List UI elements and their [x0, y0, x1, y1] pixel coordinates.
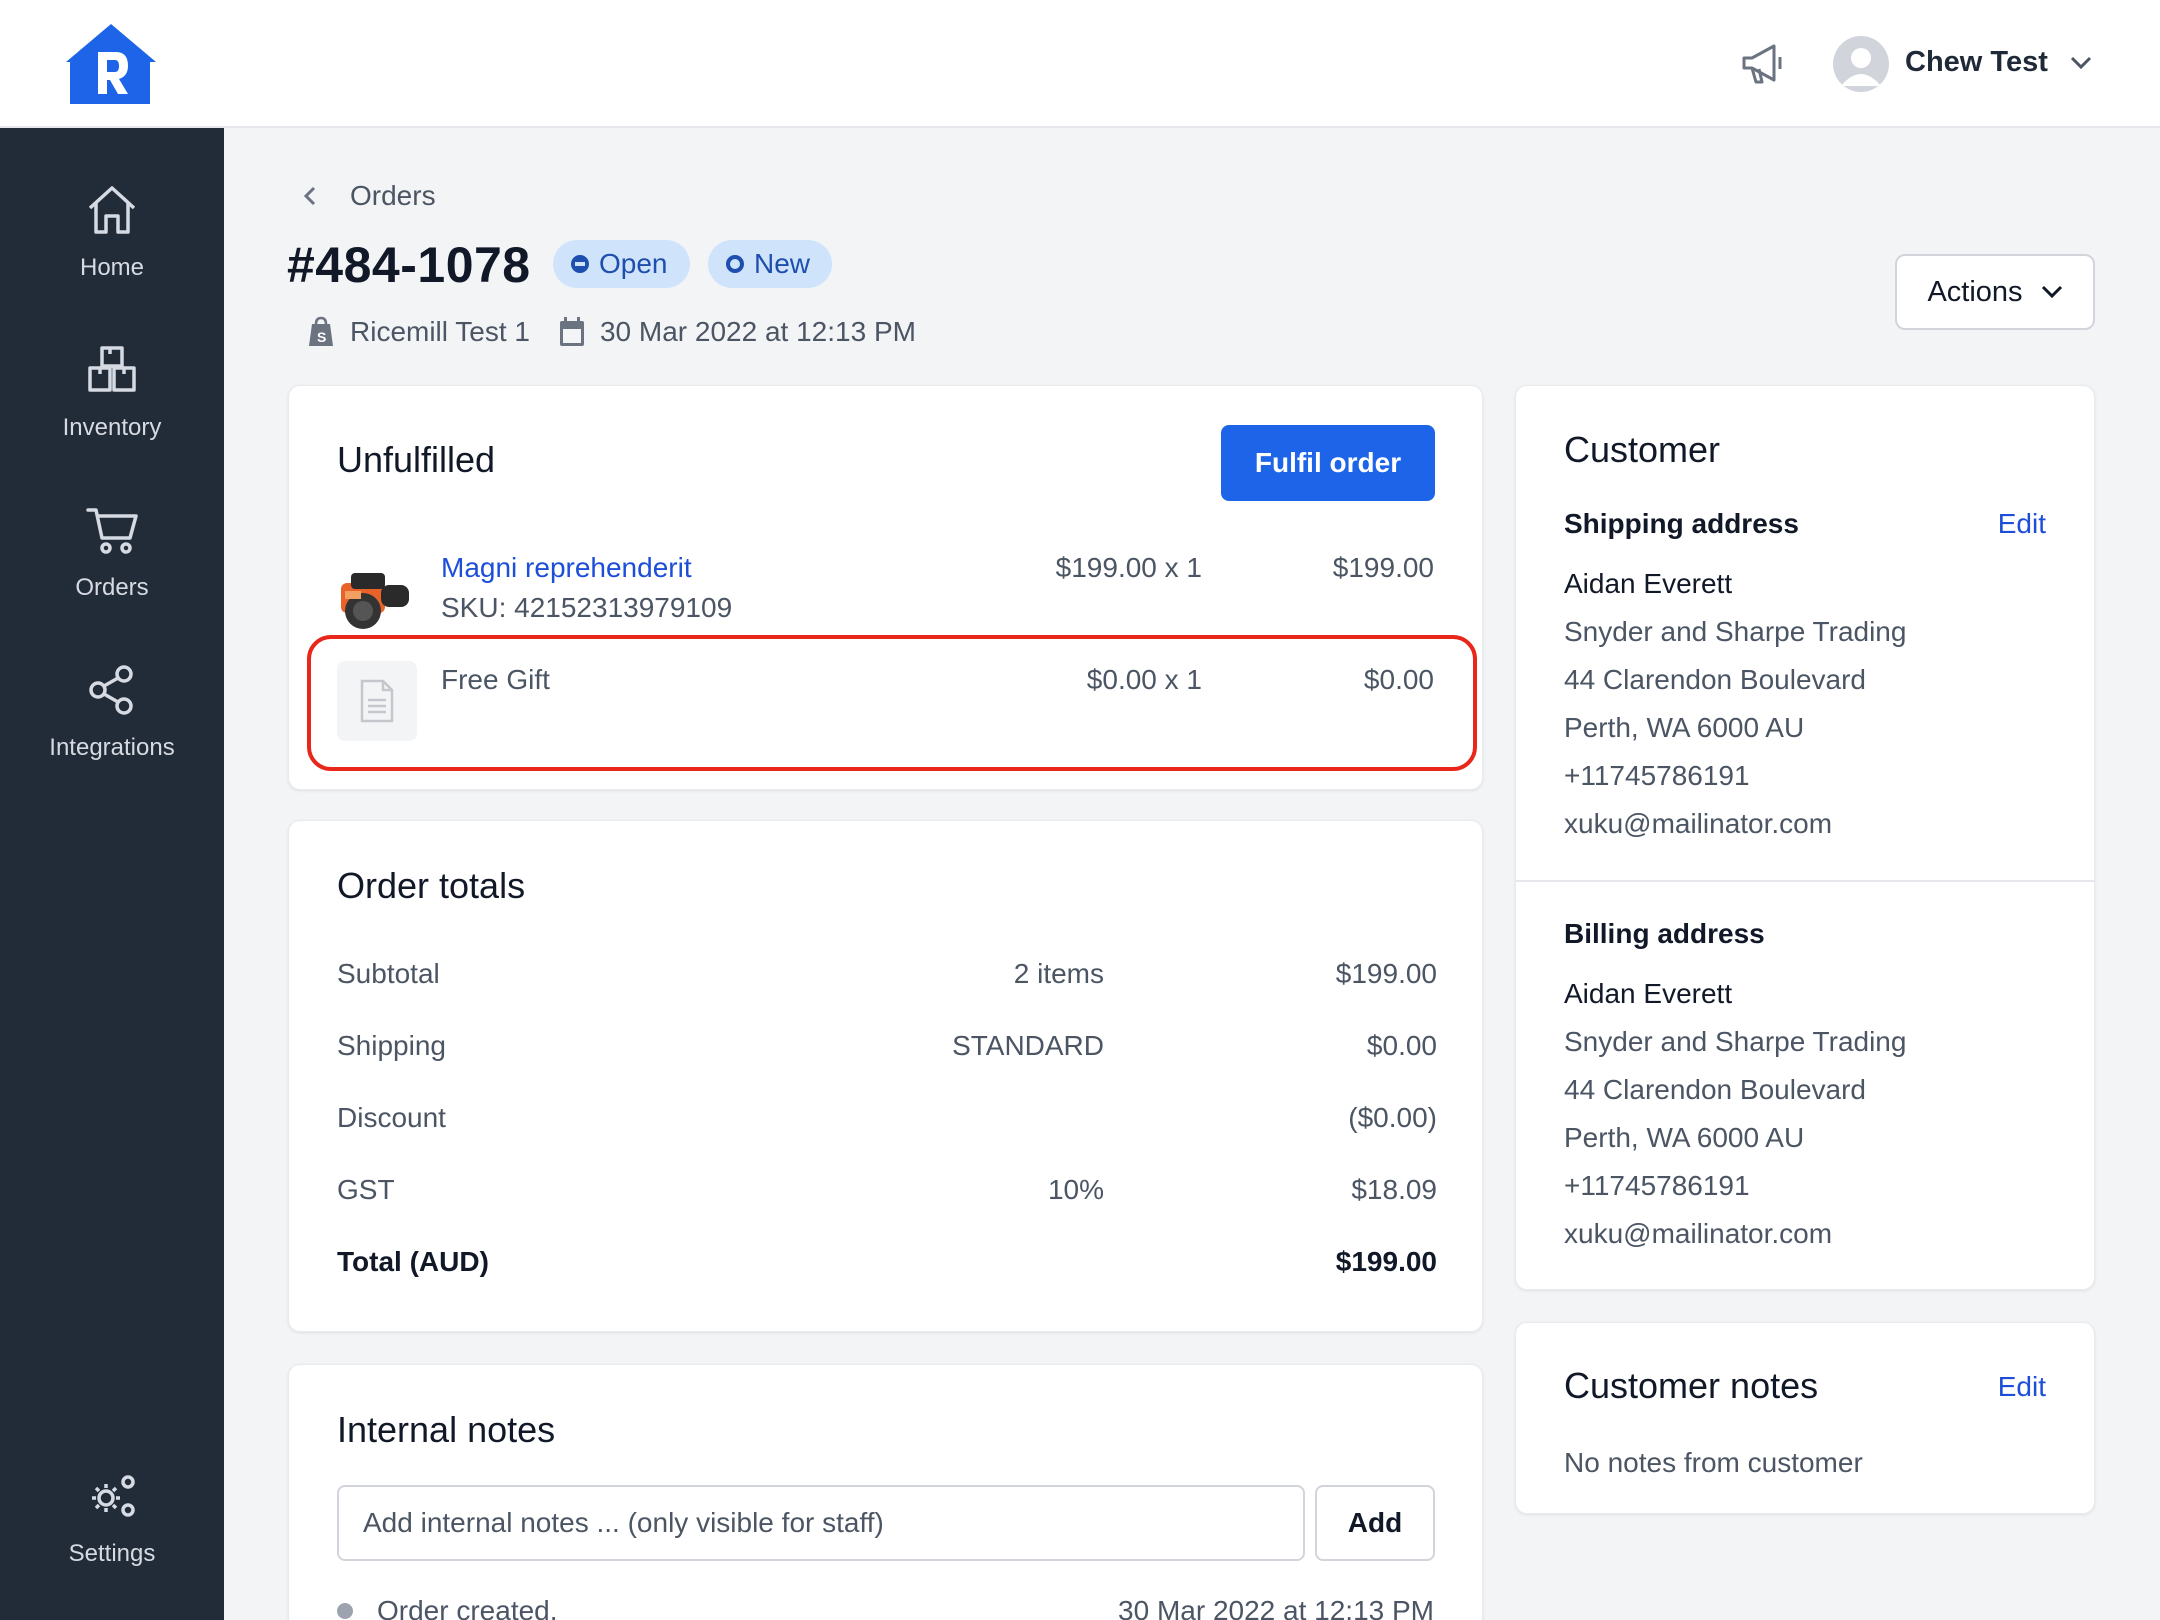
customer-card: Customer Shipping address Edit Aidan Eve…	[1515, 385, 2095, 1290]
edit-shipping-link[interactable]: Edit	[1998, 508, 2046, 540]
sidebar-item-label: Inventory	[62, 414, 162, 441]
page-title: #484-1078	[287, 237, 531, 293]
edit-customer-notes-link[interactable]: Edit	[1998, 1371, 2046, 1403]
billing-email: xuku@mailinator.com	[1564, 1218, 1833, 1249]
status-badge-new: New	[708, 240, 833, 288]
breadcrumb[interactable]: Orders	[302, 178, 436, 214]
chevron-down-icon	[2041, 285, 2062, 299]
chevron-down-icon[interactable]	[2070, 56, 2092, 70]
totals-row-gst: GST 10% $18.09	[337, 1174, 1437, 1205]
customer-notes-card: Customer notes Edit No notes from custom…	[1515, 1322, 2095, 1514]
sidebar: Home Inventory Orders Integrations Setti…	[0, 128, 224, 1620]
totals-row-shipping: Shipping STANDARD $0.00	[337, 1030, 1437, 1061]
cogs-icon	[92, 1475, 135, 1517]
sidebar-item-label: Settings	[68, 1540, 156, 1567]
sidebar-item-home[interactable]: Home	[0, 182, 224, 312]
shopify-bag-icon: S	[309, 316, 333, 346]
timeline-time: 30 Mar 2022 at 12:13 PM	[1118, 1595, 1434, 1620]
sidebar-item-label: Orders	[75, 574, 149, 601]
product-sku: SKU: 42152313979109	[441, 592, 733, 623]
sidebar-item-label: Integrations	[49, 734, 175, 761]
internal-notes-title: Internal notes	[337, 1409, 556, 1450]
line-total: $199.00	[1332, 552, 1434, 583]
order-totals-title: Order totals	[337, 865, 526, 906]
add-note-button[interactable]: Add	[1315, 1485, 1435, 1561]
home-icon	[88, 186, 136, 234]
shipping-phone: +11745786191	[1564, 760, 1750, 791]
gift-item-name: Free Gift	[441, 664, 550, 695]
actions-dropdown[interactable]: Actions	[1895, 254, 2095, 330]
half-circle-icon	[571, 255, 589, 273]
shipping-name: Aidan Everett	[1564, 568, 1733, 599]
unfulfilled-title: Unfulfilled	[337, 439, 496, 480]
order-date: 30 Mar 2022 at 12:13 PM	[599, 316, 916, 347]
store-name: Ricemill Test 1	[350, 316, 530, 347]
sidebar-item-integrations[interactable]: Integrations	[0, 662, 224, 792]
totals-row-total: Total (AUD) $199.00	[337, 1246, 1437, 1277]
sidebar-item-label: Home	[79, 254, 145, 281]
line-total: $0.00	[1363, 664, 1434, 695]
shipping-street: 44 Clarendon Boulevard	[1564, 664, 1866, 695]
shipping-city: Perth, WA 6000 AU	[1564, 712, 1805, 743]
sidebar-item-settings[interactable]: Settings	[0, 1468, 224, 1598]
customer-title: Customer	[1564, 429, 1721, 470]
top-bar: Chew Test	[0, 0, 2160, 128]
billing-city: Perth, WA 6000 AU	[1564, 1122, 1805, 1153]
customer-notes-text: No notes from customer	[1564, 1447, 1863, 1478]
unfulfilled-card: Unfulfilled Fulfil order Magni reprehend…	[288, 385, 1483, 790]
billing-name: Aidan Everett	[1564, 978, 1733, 1009]
calendar-icon	[559, 317, 584, 346]
order-meta: S Ricemill Test 1 30 Mar 2022 at 12:13 P…	[306, 312, 916, 352]
totals-row-discount: Discount ($0.00)	[337, 1102, 1437, 1133]
fulfil-order-button[interactable]: Fulfil order	[1221, 425, 1435, 501]
product-link[interactable]: Magni reprehenderit	[441, 552, 692, 584]
internal-notes-card: Internal notes Add internal notes ... (o…	[288, 1364, 1483, 1620]
megaphone-icon[interactable]	[1740, 44, 1786, 84]
timeline-dot	[337, 1603, 353, 1619]
document-icon	[360, 679, 394, 723]
chevron-left-icon	[303, 186, 316, 206]
timeline-event: Order created.	[377, 1595, 558, 1620]
billing-street: 44 Clarendon Boulevard	[1564, 1074, 1866, 1105]
placeholder-thumbnail	[337, 661, 417, 741]
customer-notes-title: Customer notes	[1564, 1365, 1819, 1406]
breadcrumb-link[interactable]: Orders	[350, 180, 436, 212]
avatar[interactable]	[1833, 36, 1889, 92]
user-name[interactable]: Chew Test	[1905, 46, 2048, 79]
totals-row-subtotal: Subtotal 2 items $199.00	[337, 958, 1437, 989]
line-qty-price: $0.00 x 1	[1086, 664, 1202, 695]
sidebar-item-inventory[interactable]: Inventory	[0, 342, 224, 472]
shipping-company: Snyder and Sharpe Trading	[1564, 616, 1907, 647]
billing-phone: +11745786191	[1564, 1170, 1750, 1201]
product-thumbnail[interactable]	[337, 555, 417, 635]
share-icon	[89, 665, 133, 715]
circle-icon	[726, 255, 744, 273]
boxes-icon	[88, 346, 136, 392]
highlight-annotation	[307, 635, 1477, 771]
shipping-email: xuku@mailinator.com	[1564, 808, 1833, 839]
status-badge-open: Open	[553, 240, 690, 288]
billing-address-heading: Billing address	[1564, 918, 1765, 949]
cart-icon	[86, 508, 138, 554]
line-qty-price: $199.00 x 1	[1055, 552, 1202, 583]
sidebar-item-orders[interactable]: Orders	[0, 502, 224, 632]
ricemill-logo[interactable]	[64, 22, 158, 106]
divider	[1516, 880, 2094, 882]
order-totals-card: Order totals Subtotal 2 items $199.00 Ship…	[288, 820, 1483, 1332]
billing-company: Snyder and Sharpe Trading	[1564, 1026, 1907, 1057]
shipping-address-heading: Shipping address	[1564, 508, 1799, 539]
internal-notes-input[interactable]: Add internal notes ... (only visible for…	[337, 1485, 1305, 1561]
svg-text:S: S	[317, 329, 326, 345]
